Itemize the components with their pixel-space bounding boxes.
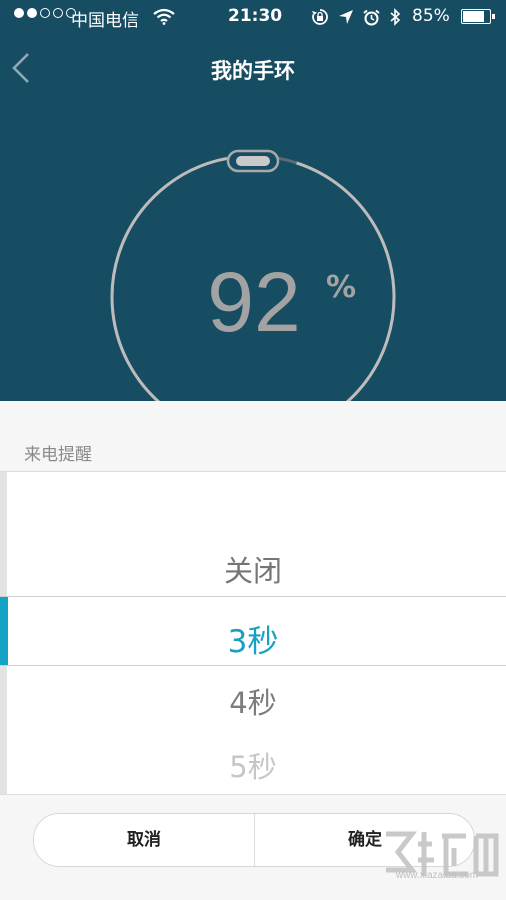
- battery-percentage-value: 92: [207, 255, 301, 349]
- picker-option-3s[interactable]: 3秒: [0, 616, 506, 661]
- picker-option-4s[interactable]: 4秒: [0, 680, 506, 722]
- battery-percentage-unit: %: [326, 270, 357, 305]
- picker-option-5s[interactable]: 5秒: [0, 744, 506, 786]
- device-panel: 中国电信 21:30 85% 我的手环 92 %: [0, 0, 506, 401]
- band-icon: [226, 149, 280, 173]
- sheet-title: 来电提醒: [24, 445, 92, 465]
- watermark-url: www.xiazaiba.com: [395, 870, 479, 881]
- watermark-logo: [386, 831, 499, 877]
- duration-picker[interactable]: 关闭 3秒 4秒 5秒: [0, 471, 506, 795]
- picker-option-off[interactable]: 关闭: [0, 548, 506, 590]
- cancel-button[interactable]: 取消: [34, 814, 254, 866]
